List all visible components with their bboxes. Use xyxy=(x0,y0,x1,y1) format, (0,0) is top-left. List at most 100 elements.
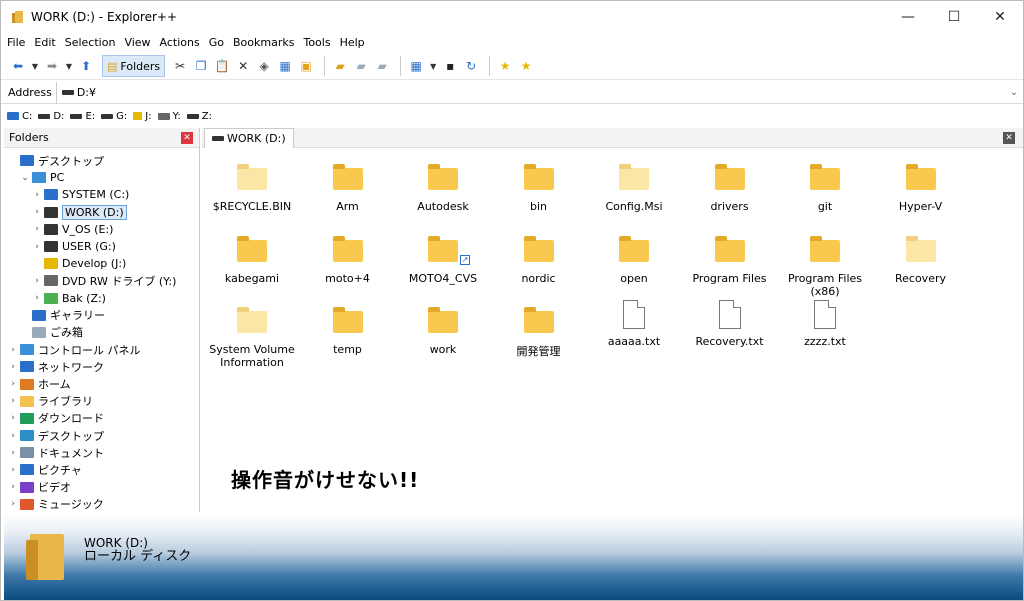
close-icon[interactable]: ✕ xyxy=(181,131,193,144)
folder-item[interactable]: Autodesk xyxy=(395,164,491,213)
folder-item[interactable]: Config.Msi xyxy=(586,164,682,213)
tree-item[interactable]: › デスクトップ xyxy=(4,427,199,444)
expand-chevron-icon[interactable]: › xyxy=(8,482,18,492)
folder-item[interactable]: ↗ MOTO4_CVS xyxy=(395,236,491,285)
tree-item[interactable]: › DVD RW ドライブ (Y:) xyxy=(4,272,199,289)
expand-chevron-icon[interactable]: › xyxy=(8,448,18,458)
views-icon[interactable]: ▦ xyxy=(407,55,425,77)
refresh-icon[interactable]: ↻ xyxy=(462,55,480,77)
close-button[interactable]: ✕ xyxy=(977,1,1023,33)
forward-dropdown-icon[interactable]: ▼ xyxy=(64,55,74,77)
menu-file[interactable]: File xyxy=(7,36,25,49)
up-arrow-icon[interactable]: ⬆ xyxy=(77,55,95,77)
drive-g-button[interactable]: G: xyxy=(101,111,127,122)
folder-item[interactable]: $RECYCLE.BIN xyxy=(204,164,300,213)
folder-item[interactable]: System Volume Information xyxy=(204,307,300,369)
expand-chevron-icon[interactable]: › xyxy=(8,465,18,475)
tree-item[interactable]: › USER (G:) xyxy=(4,238,199,255)
paste-icon[interactable]: 📋 xyxy=(213,55,231,77)
tree-item[interactable]: › SYSTEM (C:) xyxy=(4,186,199,203)
folder-item[interactable]: nordic xyxy=(491,236,587,285)
menu-tools[interactable]: Tools xyxy=(303,36,330,49)
tree-item[interactable]: › Bak (Z:) xyxy=(4,290,199,307)
folder-item[interactable]: Program Files (x86) xyxy=(777,236,873,298)
tree-item[interactable]: › ビデオ xyxy=(4,479,199,496)
folder-item[interactable]: Program Files xyxy=(682,236,778,285)
tree-item[interactable]: ごみ箱 xyxy=(4,324,199,341)
back-arrow-icon[interactable]: ⬅ xyxy=(9,55,27,77)
tree-item[interactable]: Develop (J:) xyxy=(4,255,199,272)
expand-chevron-icon[interactable]: › xyxy=(32,190,42,200)
folder-item[interactable]: temp xyxy=(300,307,396,356)
expand-chevron-icon[interactable]: › xyxy=(8,362,18,372)
folder-item[interactable]: Arm xyxy=(300,164,396,213)
folder-item[interactable]: Recovery xyxy=(873,236,969,285)
cut-icon[interactable]: ✂ xyxy=(171,55,189,77)
close-tab-icon[interactable]: ✕ xyxy=(1003,132,1015,144)
expand-chevron-icon[interactable]: › xyxy=(32,242,42,252)
search-folder-icon[interactable]: ▣ xyxy=(297,55,315,77)
folder-item[interactable]: 開発管理 xyxy=(491,307,587,359)
command-prompt-icon[interactable]: ▪ xyxy=(441,55,459,77)
tree-item[interactable]: › ネットワーク xyxy=(4,358,199,375)
expand-chevron-icon[interactable]: ⌄ xyxy=(20,173,30,183)
expand-chevron-icon[interactable]: › xyxy=(32,276,42,286)
drive-d-button[interactable]: D: xyxy=(38,111,64,122)
file-item[interactable]: Recovery.txt xyxy=(682,300,778,348)
copy-icon[interactable]: ❐ xyxy=(192,55,210,77)
folder-item[interactable]: kabegami xyxy=(204,236,300,285)
tree-item[interactable]: › ダウンロード xyxy=(4,410,199,427)
expand-chevron-icon[interactable]: › xyxy=(32,224,42,234)
maximize-button[interactable]: ☐ xyxy=(931,1,977,33)
menu-bookmarks[interactable]: Bookmarks xyxy=(233,36,294,49)
forward-arrow-icon[interactable]: ➡ xyxy=(43,55,61,77)
views-dropdown-icon[interactable]: ▼ xyxy=(428,55,438,77)
menu-actions[interactable]: Actions xyxy=(160,36,200,49)
expand-chevron-icon[interactable]: › xyxy=(8,396,18,406)
expand-chevron-icon[interactable]: › xyxy=(32,207,42,217)
menu-view[interactable]: View xyxy=(124,36,150,49)
tree-item[interactable]: › ライブラリ xyxy=(4,393,199,410)
copy-to-icon[interactable]: ▰ xyxy=(352,55,370,77)
expand-chevron-icon[interactable]: › xyxy=(8,413,18,423)
minimize-button[interactable]: — xyxy=(885,1,931,33)
expand-chevron-icon[interactable]: › xyxy=(8,345,18,355)
folder-item[interactable]: git xyxy=(777,164,873,213)
expand-chevron-icon[interactable]: › xyxy=(8,431,18,441)
folder-item[interactable]: Hyper-V xyxy=(873,164,969,213)
expand-chevron-icon[interactable]: › xyxy=(8,499,18,509)
tree-item[interactable]: › V_OS (E:) xyxy=(4,221,199,238)
tree-item[interactable]: › ドキュメント xyxy=(4,444,199,461)
chevron-down-icon[interactable]: ⌄ xyxy=(1005,87,1023,98)
tree-item[interactable]: デスクトップ xyxy=(4,152,199,169)
tree-item[interactable]: ⌄ PC xyxy=(4,169,199,186)
properties-icon[interactable]: ▦ xyxy=(276,55,294,77)
folder-item[interactable]: bin xyxy=(491,164,587,213)
folder-item[interactable]: work xyxy=(395,307,491,356)
drive-c-button[interactable]: C: xyxy=(7,111,32,122)
tree-item[interactable]: › コントロール パネル xyxy=(4,341,199,358)
menu-selection[interactable]: Selection xyxy=(65,36,116,49)
folder-item[interactable]: moto+4 xyxy=(300,236,396,285)
expand-chevron-icon[interactable]: › xyxy=(32,293,42,303)
address-input[interactable]: D:¥ xyxy=(57,82,1005,104)
new-folder-icon[interactable]: ▰ xyxy=(331,55,349,77)
back-dropdown-icon[interactable]: ▼ xyxy=(30,55,40,77)
tree-item[interactable]: › ミュージック xyxy=(4,496,199,512)
drive-z-button[interactable]: Z: xyxy=(186,111,212,122)
tree-item[interactable]: › ホーム xyxy=(4,375,199,392)
tree-item[interactable]: ギャラリー xyxy=(4,307,199,324)
bookmarks-icon[interactable]: ★ xyxy=(517,55,535,77)
file-item[interactable]: aaaaa.txt xyxy=(586,300,682,348)
folder-item[interactable]: drivers xyxy=(682,164,778,213)
drive-y-button[interactable]: Y: xyxy=(157,111,181,122)
delete-permanent-icon[interactable]: ◈ xyxy=(255,55,273,77)
drive-j-button[interactable]: J: xyxy=(133,111,152,122)
tree-item[interactable]: › WORK (D:) xyxy=(4,204,199,221)
menu-go[interactable]: Go xyxy=(209,36,224,49)
bookmark-add-icon[interactable]: ★ xyxy=(496,55,514,77)
folders-toggle-button[interactable]: ▤ Folders xyxy=(102,55,166,77)
tree-item[interactable]: › ピクチャ xyxy=(4,461,199,478)
file-item[interactable]: zzzz.txt xyxy=(777,300,873,348)
delete-icon[interactable]: ✕ xyxy=(234,55,252,77)
